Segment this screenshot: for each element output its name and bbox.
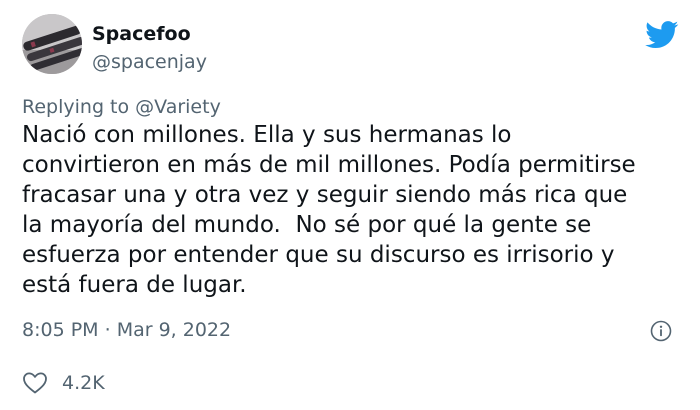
tweet-text: Nació con millones. Ella y sus hermanas … [22,120,687,300]
tweet-line: esfuerza por entender que su discurso es… [22,242,615,268]
like-action[interactable]: 4.2K [22,370,105,396]
reply-mention-link[interactable]: @Variety [135,96,221,118]
like-count: 4.2K [62,372,105,394]
tweet-timestamp[interactable]: 8:05 PM · Mar 9, 2022 [22,318,231,342]
avatar[interactable] [22,14,82,74]
tweet-line: Nació con millones. Ella y sus hermanas … [22,122,512,148]
display-name[interactable]: Spacefoo [92,22,191,46]
tweet-line: fracasar una y otra vez y seguir siendo … [22,182,628,208]
info-icon[interactable] [650,320,672,342]
user-handle[interactable]: @spacenjay [92,50,207,74]
avatar-photo [22,14,82,74]
heart-icon[interactable] [22,371,48,395]
twitter-bird-icon[interactable] [645,21,679,49]
tweet-line: está fuera de lugar. [22,272,247,298]
tweet-date: Mar 9, 2022 [116,319,232,341]
meta-separator: · [104,319,111,341]
tweet-line: la mayoría del mundo. No sé por qué la g… [22,212,592,238]
replying-to-label: Replying to [22,96,130,118]
tweet-line: convirtieron en más de mil millones. Pod… [22,152,636,178]
tweet-time: 8:05 PM [22,319,99,341]
replying-to: Replying to @Variety [22,95,221,119]
